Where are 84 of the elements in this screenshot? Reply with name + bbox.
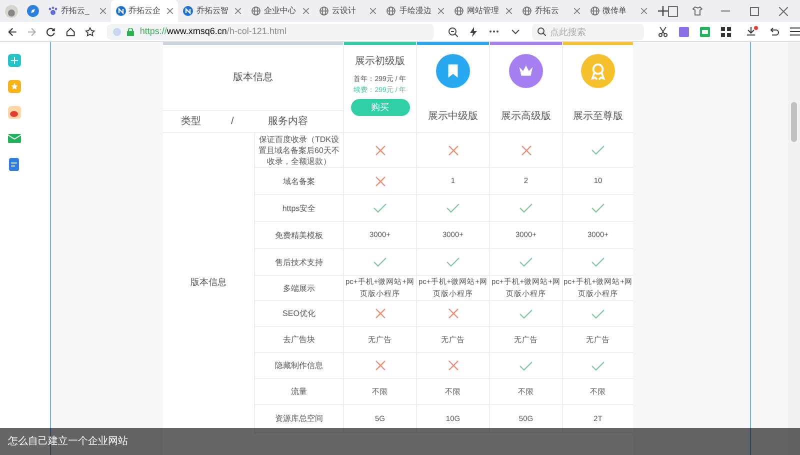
search-icon	[537, 27, 546, 36]
search-field[interactable]: 点此搜索	[532, 24, 644, 40]
service-cell: https安全	[282, 202, 316, 214]
undo-icon[interactable]	[769, 26, 779, 36]
globe-icon	[318, 6, 329, 16]
service-cell: 售后技术支持	[275, 256, 323, 268]
star-icon[interactable]	[84, 26, 95, 36]
service-cell: SEO优化	[282, 308, 316, 319]
close-icon[interactable]	[302, 8, 309, 14]
crown-icon	[509, 54, 543, 88]
logo-icon	[116, 6, 126, 16]
logo-icon	[183, 6, 194, 16]
browser-tab[interactable]: 乔拓云	[516, 0, 585, 22]
close-icon[interactable]	[370, 8, 376, 14]
menu-icon[interactable]	[790, 27, 800, 36]
chat-icon[interactable]	[700, 26, 710, 36]
close-icon[interactable]	[574, 8, 580, 14]
scrollbar-thumb[interactable]	[791, 102, 797, 142]
slash-text: /	[231, 115, 234, 129]
address-bar[interactable]: https://www.xmsq6.cn/h-col-121.html	[106, 24, 434, 40]
browser-tab[interactable]: 乔拓云_	[42, 0, 111, 22]
mail-icon[interactable]	[8, 132, 20, 145]
plus-icon[interactable]	[658, 6, 668, 16]
close-icon[interactable]	[779, 6, 788, 16]
browser-tab[interactable]: 乔拓云智	[178, 0, 246, 22]
paw-icon	[48, 6, 58, 16]
globe-icon	[522, 6, 532, 16]
lightning-icon[interactable]	[470, 26, 477, 36]
back-icon[interactable]	[8, 26, 18, 36]
service-cell: 去广告块	[283, 334, 315, 345]
maximize-icon[interactable]	[750, 6, 760, 16]
medal-icon	[581, 54, 615, 88]
service-cell: 隐藏制作信息	[275, 360, 323, 371]
reader-icon[interactable]	[668, 6, 678, 16]
document-icon[interactable]	[8, 158, 20, 171]
browser-tab[interactable]: 微传单	[584, 0, 652, 22]
minimize-icon[interactable]	[721, 10, 730, 12]
plan-name: 展示中级版	[428, 110, 478, 124]
bookmark-icon	[436, 54, 470, 88]
service-cell: 资源库总空间	[275, 413, 323, 424]
browser-tab[interactable]: 乔拓云企	[110, 0, 178, 22]
plan-name: 展示初级版	[355, 54, 405, 69]
category-cell-text: 版本信息	[190, 276, 226, 290]
grid-icon[interactable]	[721, 26, 731, 36]
avatar-icon[interactable]	[5, 4, 18, 18]
weibo-icon[interactable]	[8, 106, 20, 119]
service-cell: 流量	[291, 386, 307, 397]
browser-tab[interactable]: 云设计	[314, 0, 382, 22]
globe-icon	[590, 6, 600, 16]
chevron-down-icon[interactable]	[511, 28, 520, 34]
browser-tab[interactable]: 手绘漫边	[381, 0, 450, 22]
reload-icon[interactable]	[46, 26, 56, 36]
shirt-icon[interactable]	[692, 6, 704, 16]
home-icon[interactable]	[66, 26, 75, 36]
close-icon[interactable]	[100, 8, 106, 14]
more-icon[interactable]	[489, 30, 499, 33]
close-icon[interactable]	[167, 8, 174, 14]
extension-icon[interactable]	[679, 26, 689, 36]
browser-tab[interactable]: 网站管理	[449, 0, 517, 22]
column-header: 类型	[181, 114, 201, 129]
compass-icon[interactable]	[26, 5, 39, 17]
browser-tab[interactable]: 企业中心	[246, 0, 314, 22]
close-icon[interactable]	[235, 8, 242, 14]
globe-icon	[386, 6, 396, 16]
globe-icon	[251, 6, 262, 16]
url-text: https://www.xmsq6.cn/h-col-121.html	[140, 24, 286, 38]
scissors-icon[interactable]	[658, 26, 668, 36]
service-cell-text: 保证百度收录（TDK设置且域名备案后60天不收录，全额退款）	[258, 134, 340, 166]
close-icon[interactable]	[438, 8, 444, 14]
download-icon[interactable]	[746, 26, 758, 37]
header-title: 版本信息	[233, 70, 273, 85]
plan-name: 展示至尊版	[573, 110, 623, 124]
plan-name: 展示高级版	[501, 110, 551, 124]
zoom-icon[interactable]	[448, 26, 458, 36]
close-icon[interactable]	[506, 8, 512, 14]
service-cell: 多端展示	[283, 282, 315, 294]
globe-icon	[454, 6, 464, 16]
lock-icon	[126, 28, 134, 36]
service-cell: 域名备案	[283, 176, 315, 186]
service-cell: 免费精美模板	[275, 230, 323, 240]
column-header: 服务内容	[268, 114, 308, 129]
caption-text: 怎么自己建立一个企业网站	[8, 434, 128, 449]
close-icon[interactable]	[641, 8, 648, 14]
forward-icon[interactable]	[27, 26, 36, 36]
